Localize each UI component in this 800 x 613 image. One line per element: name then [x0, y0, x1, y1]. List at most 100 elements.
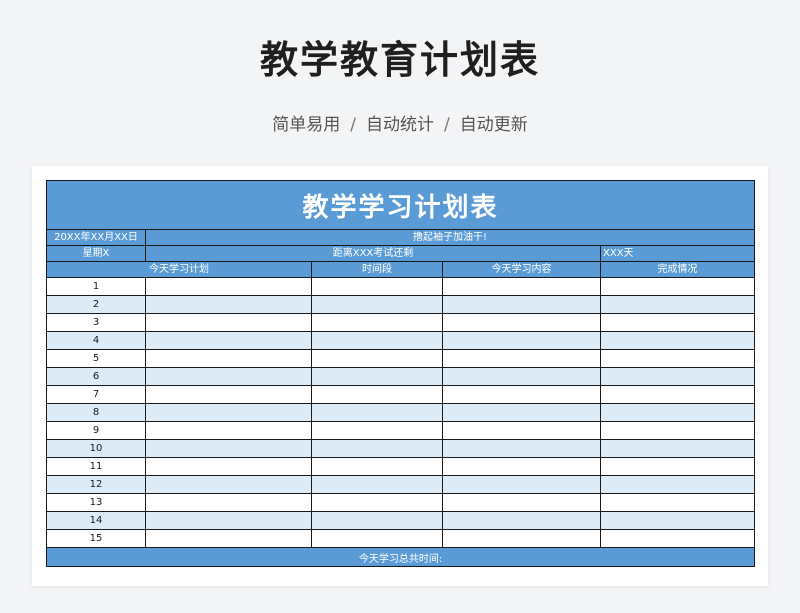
time-cell[interactable]: [311, 421, 443, 440]
plan-cell[interactable]: [145, 421, 312, 440]
row-number-cell[interactable]: 15: [46, 529, 146, 548]
row-number-cell[interactable]: 5: [46, 349, 146, 368]
row-number-cell[interactable]: 1: [46, 277, 146, 296]
status-cell[interactable]: [599, 295, 756, 314]
table-row: 13: [46, 493, 756, 512]
status-cell[interactable]: [599, 331, 756, 350]
status-cell[interactable]: [599, 421, 756, 440]
time-cell[interactable]: [311, 403, 443, 422]
plan-cell[interactable]: [145, 313, 312, 332]
table-row: 8: [46, 403, 756, 422]
row-number-cell[interactable]: 12: [46, 475, 146, 494]
row-number-cell[interactable]: 8: [46, 403, 146, 422]
status-cell[interactable]: [599, 457, 756, 476]
row-number-cell[interactable]: 11: [46, 457, 146, 476]
row-number-cell[interactable]: 2: [46, 295, 146, 314]
page-subtitle: 简单易用 / 自动统计 / 自动更新: [0, 113, 800, 137]
content-cell[interactable]: [442, 421, 601, 440]
status-cell[interactable]: [599, 277, 756, 296]
status-cell[interactable]: [599, 313, 756, 332]
plan-cell[interactable]: [145, 475, 312, 494]
date-cell[interactable]: 20XX年XX月XX日: [46, 229, 146, 246]
status-cell[interactable]: [599, 403, 756, 422]
time-cell[interactable]: [311, 475, 443, 494]
table-row: 12: [46, 475, 756, 494]
status-cell[interactable]: [599, 349, 756, 368]
content-cell[interactable]: [442, 475, 601, 494]
content-cell[interactable]: [442, 313, 601, 332]
countdown-label-cell[interactable]: 距离XXX考试还剩: [145, 245, 601, 262]
countdown-value-cell[interactable]: XXX天: [599, 245, 756, 262]
time-cell[interactable]: [311, 511, 443, 530]
content-cell[interactable]: [442, 367, 601, 386]
content-cell[interactable]: [442, 439, 601, 458]
content-cell[interactable]: [442, 493, 601, 512]
plan-cell[interactable]: [145, 511, 312, 530]
column-header-time: 时间段: [311, 261, 443, 278]
content-cell[interactable]: [442, 457, 601, 476]
row-number-cell[interactable]: 10: [46, 439, 146, 458]
content-cell[interactable]: [442, 277, 601, 296]
table-row: 4: [46, 331, 756, 350]
row-number-cell[interactable]: 6: [46, 367, 146, 386]
time-cell[interactable]: [311, 313, 443, 332]
motto-cell[interactable]: 撸起袖子加油干!: [144, 229, 756, 246]
table-row: 15: [46, 529, 756, 548]
plan-cell[interactable]: [145, 439, 312, 458]
time-cell[interactable]: [311, 295, 443, 314]
weekday-cell[interactable]: 星期X: [46, 245, 146, 262]
table-row: 2: [46, 295, 756, 314]
total-time-cell[interactable]: 今天学习总共时间:: [45, 547, 756, 567]
table-row: 7: [46, 385, 756, 404]
time-cell[interactable]: [311, 493, 443, 512]
status-cell[interactable]: [599, 385, 756, 404]
column-header-content: 今天学习内容: [442, 261, 601, 278]
time-cell[interactable]: [311, 457, 443, 476]
status-cell[interactable]: [599, 511, 756, 530]
subtitle-separator: /: [444, 115, 450, 135]
time-cell[interactable]: [311, 349, 443, 368]
plan-cell[interactable]: [145, 349, 312, 368]
plan-cell[interactable]: [145, 295, 312, 314]
table-row: 1: [46, 277, 756, 296]
row-number-cell[interactable]: 9: [46, 421, 146, 440]
time-cell[interactable]: [311, 277, 443, 296]
time-cell[interactable]: [311, 529, 443, 548]
row-number-cell[interactable]: 14: [46, 511, 146, 530]
subtitle-item: 自动统计: [366, 115, 434, 135]
content-cell[interactable]: [442, 349, 601, 368]
plan-cell[interactable]: [145, 331, 312, 350]
time-cell[interactable]: [311, 367, 443, 386]
time-cell[interactable]: [311, 385, 443, 404]
time-cell[interactable]: [311, 331, 443, 350]
status-cell[interactable]: [599, 493, 756, 512]
sheet-title: 教学学习计划表: [45, 180, 756, 230]
plan-cell[interactable]: [145, 529, 312, 548]
plan-cell[interactable]: [145, 403, 312, 422]
time-cell[interactable]: [311, 439, 443, 458]
row-number-cell[interactable]: 4: [46, 331, 146, 350]
row-number-cell[interactable]: 7: [46, 385, 146, 404]
content-cell[interactable]: [442, 529, 601, 548]
column-header-status: 完成情况: [599, 261, 756, 278]
status-cell[interactable]: [599, 529, 756, 548]
row-number-cell[interactable]: 3: [46, 313, 146, 332]
status-cell[interactable]: [599, 439, 756, 458]
content-cell[interactable]: [442, 385, 601, 404]
plan-cell[interactable]: [145, 385, 312, 404]
status-cell[interactable]: [599, 475, 756, 494]
plan-cell[interactable]: [145, 457, 312, 476]
plan-cell[interactable]: [145, 277, 312, 296]
plan-cell[interactable]: [145, 367, 312, 386]
content-cell[interactable]: [442, 331, 601, 350]
status-cell[interactable]: [599, 367, 756, 386]
plan-cell[interactable]: [145, 493, 312, 512]
column-header-plan: 今天学习计划: [46, 261, 312, 278]
content-cell[interactable]: [442, 403, 601, 422]
content-cell[interactable]: [442, 295, 601, 314]
table-row: 3: [46, 313, 756, 332]
content-cell[interactable]: [442, 511, 601, 530]
table-row: 9: [46, 421, 756, 440]
table-row: 5: [46, 349, 756, 368]
row-number-cell[interactable]: 13: [46, 493, 146, 512]
